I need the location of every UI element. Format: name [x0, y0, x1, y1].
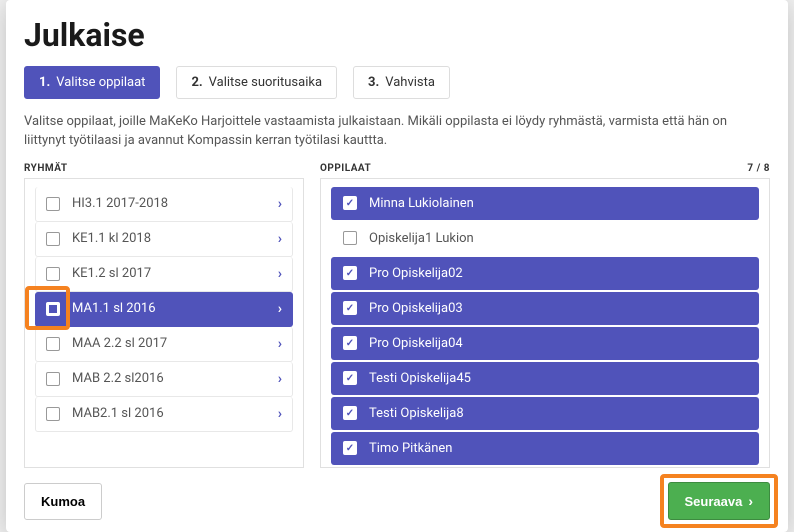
checkbox-icon[interactable]	[46, 302, 60, 316]
student-row[interactable]: Opiskelija1 Lukion	[331, 222, 759, 255]
student-row[interactable]: Pro Opiskelija03	[331, 292, 759, 325]
publish-modal: Julkaise 1.Valitse oppilaat 2.Valitse suo…	[6, 0, 788, 532]
checkbox-icon[interactable]	[46, 232, 60, 246]
chevron-right-icon: ›	[278, 266, 282, 282]
student-label: Pro Opiskelija04	[369, 336, 463, 351]
group-row[interactable]: MAA 2.2 sl 2017›	[35, 327, 293, 362]
group-label: MAB 2.2 sl2016	[72, 371, 278, 386]
checkbox-icon[interactable]	[343, 441, 357, 455]
student-row[interactable]: Timo Pitkänen	[331, 432, 759, 465]
student-row[interactable]: Testi Opiskelija45	[331, 362, 759, 395]
wizard-steps: 1.Valitse oppilaat 2.Valitse suoritusaika…	[24, 66, 770, 99]
group-label: MAB2.1 sl 2016	[72, 406, 278, 421]
groups-header: RYHMÄT	[24, 163, 68, 174]
chevron-right-icon: ›	[278, 336, 282, 352]
chevron-right-icon: ›	[278, 406, 282, 422]
checkbox-icon[interactable]	[46, 197, 60, 211]
student-row[interactable]: Pro Opiskelija02	[331, 257, 759, 290]
chevron-right-icon: ›	[278, 231, 282, 247]
cancel-button[interactable]: Kumoa	[24, 483, 102, 520]
groups-list[interactable]: HI3.1 2017-2018›KE1.1 kl 2018›KE1.2 sl 2…	[25, 179, 303, 467]
group-row[interactable]: MAB2.1 sl 2016›	[35, 397, 293, 432]
checkbox-icon[interactable]	[46, 372, 60, 386]
student-label: Testi Opiskelija8	[369, 406, 464, 421]
student-label: Timo Pitkänen	[369, 441, 452, 456]
checkbox-icon[interactable]	[343, 336, 357, 350]
student-label: Pro Opiskelija03	[369, 301, 463, 316]
next-button[interactable]: Seuraava ›	[668, 482, 771, 520]
group-label: HI3.1 2017-2018	[72, 196, 278, 211]
student-row[interactable]: Testi Opiskelija8	[331, 397, 759, 430]
group-label: KE1.2 sl 2017	[72, 266, 278, 281]
checkbox-icon[interactable]	[343, 266, 357, 280]
checkbox-icon[interactable]	[343, 231, 357, 245]
chevron-right-icon: ›	[278, 301, 282, 317]
students-count: 7 / 8	[747, 163, 770, 174]
checkbox-icon[interactable]	[46, 407, 60, 421]
step-1[interactable]: 1.Valitse oppilaat	[24, 66, 160, 99]
student-row[interactable]: Minna Lukiolainen	[331, 187, 759, 220]
chevron-right-icon: ›	[278, 371, 282, 387]
chevron-right-icon: ›	[748, 493, 753, 509]
student-row[interactable]: Pro Opiskelija04	[331, 327, 759, 360]
instructions-text: Valitse oppilaat, joille MaKeKo Harjoitt…	[24, 113, 770, 151]
group-row[interactable]: MAB 2.2 sl2016›	[35, 362, 293, 397]
group-label: MA1.1 sl 2016	[72, 301, 278, 316]
group-row[interactable]: KE1.2 sl 2017›	[35, 257, 293, 292]
modal-title: Julkaise	[24, 16, 770, 54]
group-row[interactable]: HI3.1 2017-2018›	[35, 187, 293, 222]
group-label: MAA 2.2 sl 2017	[72, 336, 278, 351]
step-3[interactable]: 3.Vahvista	[353, 66, 450, 99]
checkbox-icon[interactable]	[343, 301, 357, 315]
checkbox-icon[interactable]	[46, 267, 60, 281]
step-2[interactable]: 2.Valitse suoritusaika	[176, 66, 337, 99]
students-list[interactable]: Minna Lukiolainen Opiskelija1 Lukion Pro O…	[321, 179, 769, 467]
group-row[interactable]: KE1.1 kl 2018›	[35, 222, 293, 257]
chevron-right-icon: ›	[278, 196, 282, 212]
checkbox-icon[interactable]	[343, 406, 357, 420]
checkbox-icon[interactable]	[343, 196, 357, 210]
checkbox-icon[interactable]	[46, 337, 60, 351]
student-label: Minna Lukiolainen	[369, 196, 474, 211]
student-label: Pro Opiskelija02	[369, 266, 463, 281]
checkbox-icon[interactable]	[343, 371, 357, 385]
group-row[interactable]: MA1.1 sl 2016›	[35, 292, 293, 327]
student-label: Testi Opiskelija45	[369, 371, 471, 386]
group-label: KE1.1 kl 2018	[72, 231, 278, 246]
students-header: OPPILAAT	[320, 163, 371, 174]
student-label: Opiskelija1 Lukion	[369, 231, 474, 246]
